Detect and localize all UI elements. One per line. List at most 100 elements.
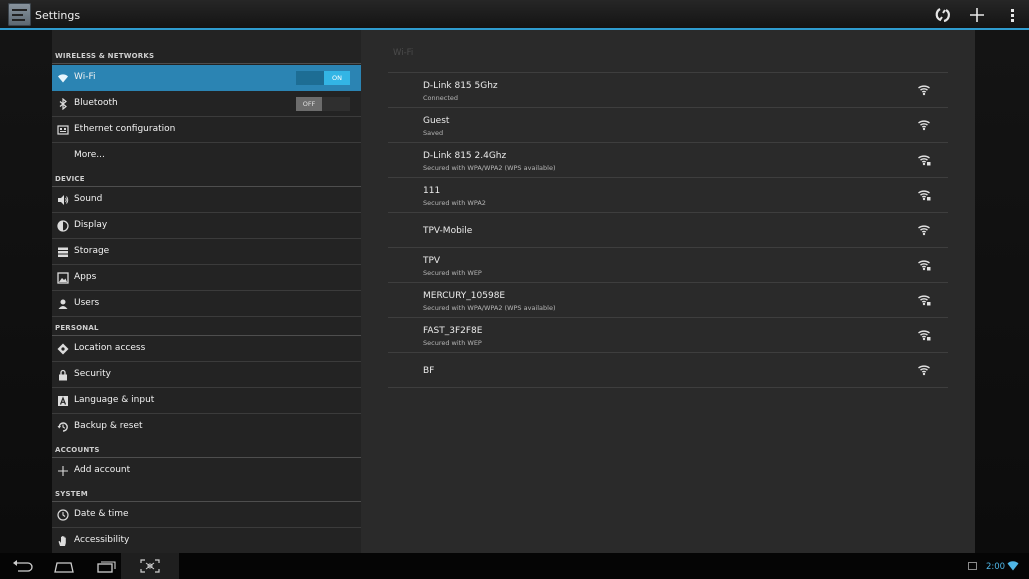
network-row[interactable]: D-Link 815 5Ghz Connected [388,73,948,108]
wps-icon[interactable] [933,5,953,25]
sidebar-item-label: More... [74,150,105,160]
network-row[interactable]: TPV-Mobile [388,213,948,248]
sidebar-item-location[interactable]: Location access [52,336,361,362]
wifi-signal-icon [918,85,930,96]
network-ssid: BF [423,366,435,376]
wifi-icon [58,74,68,83]
main-area: WIRELESS & NETWORKS Wi-Fi ON Bluetooth O… [0,30,1029,553]
network-ssid: TPV [423,256,441,266]
sidebar-item-label: Location access [74,343,146,353]
network-row[interactable]: Guest Saved [388,108,948,143]
wifi-lock-signal-icon [918,260,931,271]
sidebar-item-display[interactable]: Display [52,213,361,239]
sidebar-item-label: Date & time [74,509,129,519]
navigation-bar: 2:00 [0,553,1029,579]
app-title: Settings [35,9,81,22]
network-ssid: MERCURY_10598E [423,291,506,301]
network-status: Secured with WPA/WPA2 (WPS available) [423,164,556,172]
network-status: Saved [423,129,444,137]
sidebar-item-sound[interactable]: Sound [52,187,361,213]
section-header-wireless: WIRELESS & NETWORKS [55,52,155,60]
network-status: Secured with WPA2 [423,199,486,207]
display-icon [57,220,69,232]
settings-app-icon[interactable] [8,3,31,26]
sidebar-item-language[interactable]: Language & input [52,388,361,414]
wifi-signal-icon [918,225,930,236]
bluetooth-toggle[interactable]: OFF [296,97,350,111]
sidebar-item-storage[interactable]: Storage [52,239,361,265]
panel-title: Wi-Fi [393,48,414,58]
wifi-toggle[interactable]: ON [296,71,350,85]
sidebar-item-label: Accessibility [74,535,130,545]
network-row[interactable]: MERCURY_10598E Secured with WPA/WPA2 (WPS… [388,283,948,318]
toggle-state: ON [324,71,350,85]
network-row[interactable]: FAST_3F2F8E Secured with WEP [388,318,948,353]
network-row[interactable]: 111 Secured with WPA2 [388,178,948,213]
sidebar-item-label: Display [74,220,108,230]
language-icon [58,396,68,406]
sidebar-item-label: Users [74,298,100,308]
apps-icon [57,272,69,284]
sidebar-item-label: Language & input [74,395,155,405]
network-ssid: TPV-Mobile [423,226,473,236]
sidebar-item-label: Ethernet configuration [74,124,176,134]
toggle-state: OFF [296,97,322,111]
lock-icon [59,369,67,381]
sidebar-item-more[interactable]: More... [52,143,361,169]
notification-image-icon[interactable] [968,562,977,570]
sidebar-item-apps[interactable]: Apps [52,265,361,291]
sidebar-item-wifi[interactable]: Wi-Fi ON [52,65,361,91]
network-ssid: 111 [423,186,441,196]
divider [52,63,361,64]
wifi-networks-panel: Wi-Fi D-Link 815 5Ghz Connected Guest Saved… [361,30,975,553]
wifi-signal-icon [918,120,930,131]
sidebar-item-date-time[interactable]: Date & time [52,502,361,528]
sidebar-item-add-account[interactable]: Add account [52,458,361,484]
sidebar-item-label: Backup & reset [74,421,143,431]
sidebar-item-bluetooth[interactable]: Bluetooth OFF [52,91,361,117]
overflow-menu-icon[interactable] [1003,5,1023,25]
network-ssid: Guest [423,116,450,126]
wifi-signal-icon [918,365,930,376]
recent-apps-icon[interactable] [92,557,122,575]
users-icon [58,299,68,309]
ethernet-icon [57,125,69,135]
sidebar-item-label: Add account [74,465,131,475]
network-ssid: D-Link 815 5Ghz [423,81,498,91]
status-wifi-icon [1007,561,1019,571]
sidebar-item-accessibility[interactable]: Accessibility [52,528,361,554]
wifi-lock-signal-icon [918,330,931,341]
sidebar-item-label: Storage [74,246,110,256]
location-icon [57,343,69,355]
network-row[interactable]: D-Link 815 2.4Ghz Secured with WPA/WPA2 (… [388,143,948,178]
network-row[interactable]: TPV Secured with WEP [388,248,948,283]
speaker-icon [58,195,69,205]
wifi-lock-signal-icon [918,155,931,166]
home-icon[interactable] [49,557,79,575]
network-ssid: D-Link 815 2.4Ghz [423,151,507,161]
section-header-accounts: ACCOUNTS [55,446,100,454]
sidebar-item-ethernet[interactable]: Ethernet configuration [52,117,361,143]
network-status: Secured with WEP [423,269,482,277]
storage-icon [58,247,68,257]
status-clock[interactable]: 2:00 [986,562,1005,572]
settings-sidebar: WIRELESS & NETWORKS Wi-Fi ON Bluetooth O… [52,30,361,553]
bluetooth-icon [59,98,67,110]
add-network-icon[interactable] [967,5,987,25]
back-icon[interactable] [8,557,38,575]
sidebar-item-label: Apps [74,272,97,282]
wifi-lock-signal-icon [918,190,931,201]
network-status: Secured with WPA/WPA2 (WPS available) [423,304,556,312]
sidebar-item-security[interactable]: Security [52,362,361,388]
sidebar-item-backup[interactable]: Backup & reset [52,414,361,440]
screenshot-icon[interactable] [121,553,179,579]
action-bar: Settings [0,0,1029,30]
hand-icon [58,536,66,546]
network-row[interactable]: BF [388,353,948,388]
section-header-device: DEVICE [55,175,85,183]
network-status: Secured with WEP [423,339,482,347]
sidebar-item-label: Bluetooth [74,98,118,108]
sidebar-item-label: Sound [74,194,103,204]
plus-icon [58,466,68,476]
sidebar-item-users[interactable]: Users [52,291,361,317]
